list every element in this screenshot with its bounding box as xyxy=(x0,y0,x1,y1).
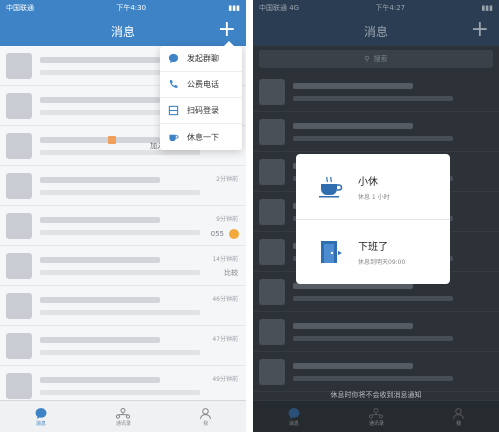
rest-dialog: 小休 休息 1 小时 下班了 休息到明天09:00 xyxy=(296,154,450,284)
avatar xyxy=(6,292,32,319)
avatar xyxy=(6,332,32,359)
page-title: 消息 xyxy=(110,24,135,39)
list-item[interactable] xyxy=(253,352,499,392)
phone-icon xyxy=(169,79,178,88)
avatar xyxy=(6,52,32,79)
list-item[interactable]: 9分钟前 055 xyxy=(0,206,246,246)
menu-item-rest[interactable]: 休息一下 xyxy=(160,124,242,150)
coffee-cup-icon xyxy=(169,134,179,141)
clock: 下午4:27 xyxy=(375,4,406,12)
tab-messages[interactable]: 消息 xyxy=(34,407,48,427)
rest-notice: 休息时你将不会收到消息通知 xyxy=(330,391,422,399)
menu-item-scan[interactable]: 扫码登录 xyxy=(160,98,242,124)
avatar xyxy=(259,238,285,265)
snippet: 055 xyxy=(210,230,224,238)
short-break-option[interactable]: 小休 休息 1 小时 xyxy=(296,154,450,219)
time-label: 46分钟前 xyxy=(212,296,238,303)
battery-icon: ▮▮▮ xyxy=(481,4,493,12)
tab-me[interactable]: 我 xyxy=(199,407,212,427)
time-label: 47分钟前 xyxy=(212,336,238,343)
coffee-cup-icon xyxy=(319,176,343,197)
nav-bar: 消息 + xyxy=(0,16,246,46)
avatar xyxy=(6,132,32,159)
avatar xyxy=(6,252,32,279)
plus-icon[interactable]: + xyxy=(471,19,489,41)
battery-icon: ▮▮▮ xyxy=(228,4,240,12)
option-title: 下班了 xyxy=(358,242,388,253)
avatar xyxy=(259,358,285,385)
tab-me[interactable]: 我 xyxy=(452,407,465,427)
avatar xyxy=(6,212,32,239)
list-item[interactable]: 46分钟前 xyxy=(0,286,246,326)
tab-bar: 消息 通讯录 我 xyxy=(0,400,246,432)
alarm-icon xyxy=(229,229,239,239)
page-title: 消息 xyxy=(363,24,388,39)
badge xyxy=(108,136,116,144)
time-label: 9分钟前 xyxy=(216,216,238,223)
list-item[interactable] xyxy=(253,312,499,352)
time-label: 49分钟前 xyxy=(212,376,238,383)
avatar xyxy=(6,172,32,199)
door-icon xyxy=(321,241,342,263)
left-screen: 中国联通 下午4:30 ▮▮▮ 消息 + 加入了群聊 2分钟前 9分钟前055 … xyxy=(0,0,246,432)
list-item[interactable]: 2分钟前 xyxy=(0,166,246,206)
option-subtitle: 休息到明天09:00 xyxy=(358,259,406,266)
avatar xyxy=(259,78,285,105)
carrier-label: 中国联通 xyxy=(6,4,34,12)
chat-bubble-icon xyxy=(35,407,47,419)
avatar xyxy=(259,158,285,185)
carrier-label: 中国联通 4G xyxy=(259,4,300,12)
status-bar: 中国联通 4G 下午4:27 ▮▮▮ xyxy=(253,0,499,16)
avatar xyxy=(6,92,32,119)
avatar xyxy=(259,278,285,305)
chat-bubble-icon xyxy=(288,407,300,419)
right-screen: 中国联通 4G 下午4:27 ▮▮▮ 消息 + ⚲ 搜索 小休 休息 1 小时 xyxy=(253,0,499,432)
status-bar: 中国联通 下午4:30 ▮▮▮ xyxy=(0,0,246,16)
avatar xyxy=(259,118,285,145)
plus-icon[interactable]: + xyxy=(218,19,236,41)
search-icon: ⚲ xyxy=(364,55,370,63)
search-input[interactable]: ⚲ 搜索 xyxy=(259,50,493,68)
list-item[interactable]: 14分钟前比较 xyxy=(0,246,246,286)
menu-item-phone[interactable]: 公费电话 xyxy=(160,72,242,98)
tab-contacts[interactable]: 通讯录 xyxy=(368,407,384,427)
contacts-icon xyxy=(116,407,131,419)
avatar xyxy=(6,372,32,399)
time-label: 14分钟前 xyxy=(212,256,238,263)
avatar xyxy=(259,198,285,225)
avatar xyxy=(259,318,285,345)
time-label: 2分钟前 xyxy=(216,176,238,183)
clock: 下午4:30 xyxy=(116,4,147,12)
chat-bubble-icon xyxy=(168,53,179,64)
contacts-icon xyxy=(369,407,384,419)
profile-icon xyxy=(453,407,465,419)
off-work-option[interactable]: 下班了 休息到明天09:00 xyxy=(296,219,450,284)
list-item[interactable] xyxy=(253,112,499,152)
snippet: 比较 xyxy=(224,269,238,277)
profile-icon xyxy=(200,407,212,419)
menu-item-group-chat[interactable]: 发起群聊 xyxy=(160,46,242,72)
option-title: 小休 xyxy=(358,176,378,188)
scan-icon xyxy=(168,105,179,116)
list-item[interactable] xyxy=(253,72,499,112)
nav-bar: 消息 + xyxy=(253,16,499,46)
tab-bar: 消息 通讯录 我 xyxy=(253,400,499,432)
option-subtitle: 休息 1 小时 xyxy=(358,193,390,201)
tab-contacts[interactable]: 通讯录 xyxy=(115,407,131,427)
tab-messages[interactable]: 消息 xyxy=(287,407,301,427)
popup-menu: 发起群聊 公费电话 扫码登录 休息一下 xyxy=(160,41,242,150)
list-item[interactable]: 47分钟前 xyxy=(0,326,246,366)
